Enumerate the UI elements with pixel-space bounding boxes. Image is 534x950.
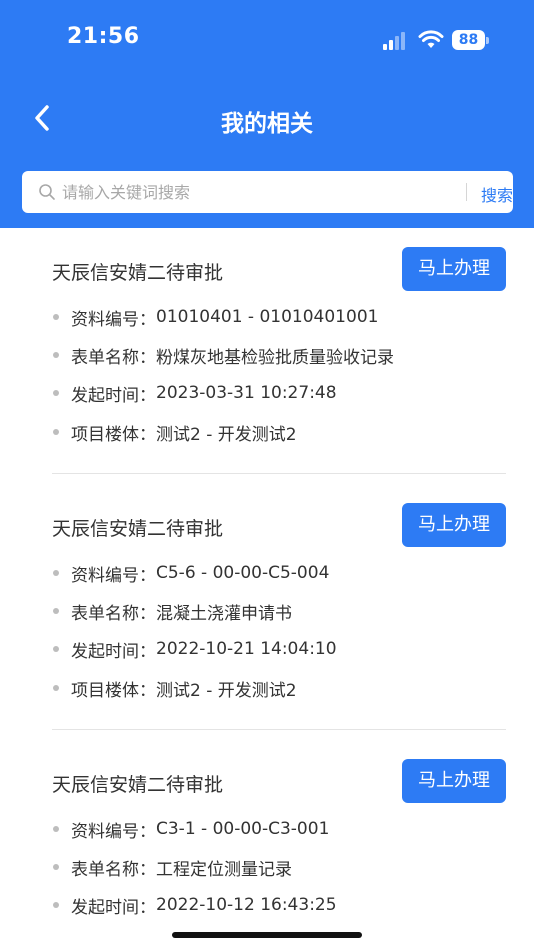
bullet-dot bbox=[53, 646, 59, 652]
field-value: 2023-03-31 10:27:48 bbox=[156, 383, 337, 403]
search-bar: 搜索 bbox=[22, 171, 513, 213]
field-doc-number: 资料编号： 01010401 - 01010401001 bbox=[53, 305, 379, 330]
approval-card: 天辰信安婧二待审批 马上办理 资料编号： C5-6 - 00-00-C5-004… bbox=[0, 484, 534, 740]
handle-now-button[interactable]: 马上办理 bbox=[402, 247, 506, 291]
page-title: 我的相关 bbox=[221, 111, 313, 137]
field-label: 发起时间： bbox=[71, 641, 156, 662]
card-divider bbox=[52, 473, 506, 474]
approval-card: 天辰信安婧二待审批 马上办理 资料编号： 01010401 - 01010401… bbox=[0, 228, 534, 484]
bullet-dot bbox=[53, 685, 59, 691]
bullet-dot bbox=[53, 390, 59, 396]
field-form-name: 表单名称： 混凝土浇灌申请书 bbox=[53, 599, 292, 624]
header-bar: 21:56 88 我的相关 搜索 bbox=[0, 0, 534, 228]
bullet-dot bbox=[53, 314, 59, 320]
battery-level: 88 bbox=[452, 30, 485, 50]
bullet-dot bbox=[53, 826, 59, 832]
field-label: 发起时间： bbox=[71, 385, 156, 406]
card-title: 天辰信安婧二待审批 bbox=[52, 774, 224, 796]
card-title: 天辰信安婧二待审批 bbox=[52, 518, 224, 540]
field-value: 工程定位测量记录 bbox=[156, 859, 292, 880]
field-doc-number: 资料编号： C3-1 - 00-00-C3-001 bbox=[53, 817, 330, 842]
status-time: 21:56 bbox=[67, 24, 140, 49]
field-label: 资料编号： bbox=[71, 821, 156, 842]
field-label: 资料编号： bbox=[71, 565, 156, 586]
cellular-signal-icon bbox=[383, 32, 409, 50]
field-form-name: 表单名称： 粉煤灰地基检验批质量验收记录 bbox=[53, 343, 394, 368]
field-label: 项目楼体： bbox=[71, 680, 156, 701]
search-icon bbox=[39, 184, 55, 200]
wifi-icon bbox=[418, 29, 444, 49]
approval-card: 天辰信安婧二待审批 马上办理 资料编号： C3-1 - 00-00-C3-001… bbox=[0, 740, 534, 950]
home-indicator[interactable] bbox=[172, 932, 362, 938]
handle-now-button[interactable]: 马上办理 bbox=[402, 503, 506, 547]
search-button[interactable]: 搜索 bbox=[481, 182, 513, 206]
battery-icon: 88 bbox=[452, 30, 490, 50]
field-form-name: 表单名称： 工程定位测量记录 bbox=[53, 855, 292, 880]
bullet-dot bbox=[53, 570, 59, 576]
handle-now-button[interactable]: 马上办理 bbox=[402, 759, 506, 803]
field-label: 表单名称： bbox=[71, 859, 156, 880]
field-label: 表单名称： bbox=[71, 603, 156, 624]
field-value: 01010401 - 01010401001 bbox=[156, 307, 379, 327]
status-bar: 21:56 88 bbox=[0, 0, 534, 80]
field-value: 2022-10-12 16:43:25 bbox=[156, 895, 337, 915]
field-value: 2022-10-21 14:04:10 bbox=[156, 639, 337, 659]
search-input[interactable] bbox=[62, 177, 452, 207]
field-value: 混凝土浇灌申请书 bbox=[156, 603, 292, 624]
field-project-building: 项目楼体： 测试2 - 开发测试2 bbox=[53, 420, 297, 445]
bullet-dot bbox=[53, 864, 59, 870]
field-doc-number: 资料编号： C5-6 - 00-00-C5-004 bbox=[53, 561, 330, 586]
approval-list: 天辰信安婧二待审批 马上办理 资料编号： 01010401 - 01010401… bbox=[0, 228, 534, 950]
field-value: C3-1 - 00-00-C3-001 bbox=[156, 819, 330, 839]
card-title: 天辰信安婧二待审批 bbox=[52, 262, 224, 284]
field-value: C5-6 - 00-00-C5-004 bbox=[156, 563, 330, 583]
field-value: 测试2 - 开发测试2 bbox=[156, 424, 297, 445]
bullet-dot bbox=[53, 608, 59, 614]
bullet-dot bbox=[53, 352, 59, 358]
field-start-time: 发起时间： 2023-03-31 10:27:48 bbox=[53, 381, 337, 406]
field-label: 项目楼体： bbox=[71, 424, 156, 445]
field-value: 测试2 - 开发测试2 bbox=[156, 680, 297, 701]
bullet-dot bbox=[53, 902, 59, 908]
bullet-dot bbox=[53, 429, 59, 435]
field-project-building: 项目楼体： 测试2 - 开发测试2 bbox=[53, 676, 297, 701]
field-start-time: 发起时间： 2022-10-12 16:43:25 bbox=[53, 893, 337, 918]
field-label: 资料编号： bbox=[71, 309, 156, 330]
field-start-time: 发起时间： 2022-10-21 14:04:10 bbox=[53, 637, 337, 662]
search-divider bbox=[466, 183, 467, 201]
field-value: 粉煤灰地基检验批质量验收记录 bbox=[156, 347, 394, 368]
card-divider bbox=[52, 729, 506, 730]
field-label: 表单名称： bbox=[71, 347, 156, 368]
field-label: 发起时间： bbox=[71, 897, 156, 918]
